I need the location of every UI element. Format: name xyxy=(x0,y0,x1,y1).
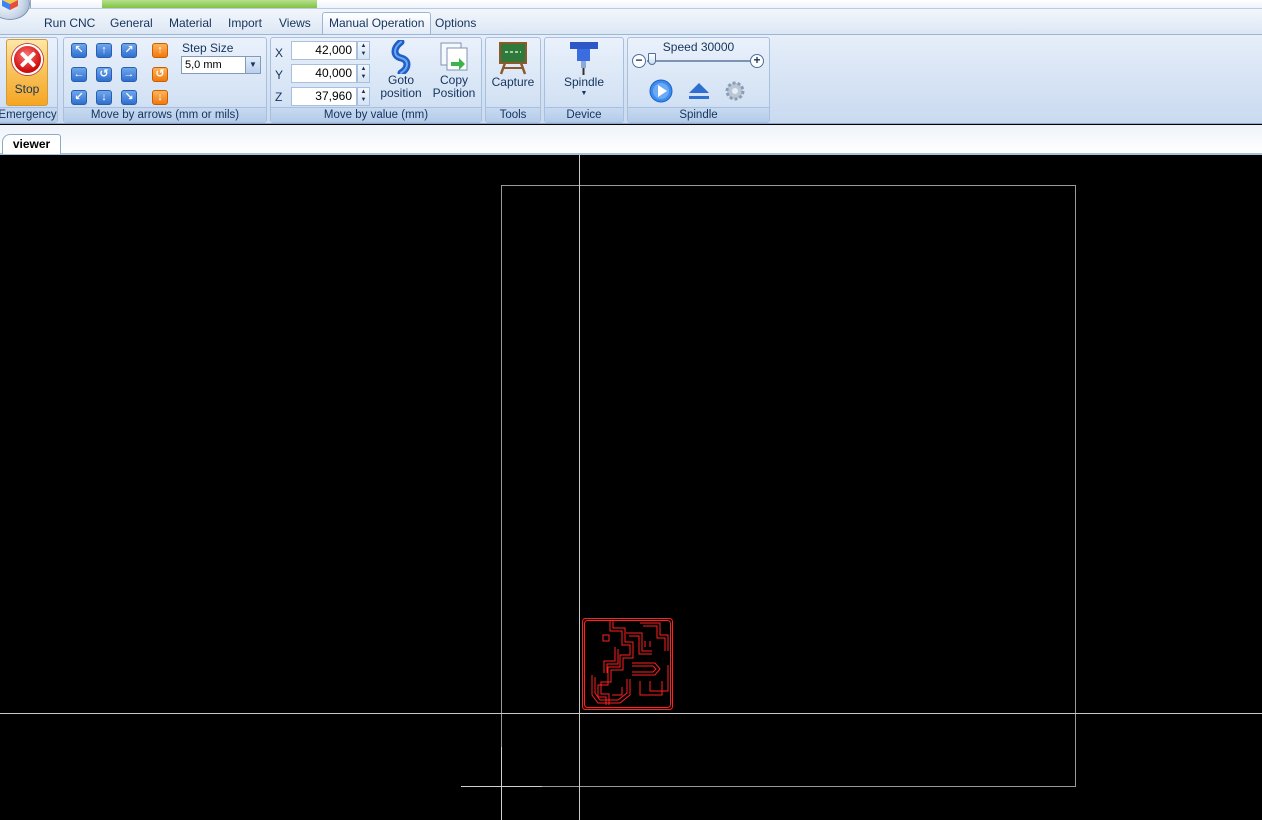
spindle-device-button[interactable]: Spindle ▼ xyxy=(549,40,619,106)
x-label: X xyxy=(275,46,284,60)
move-by-value-group: X 42,000 ▲ ▼ Y 40,000 ▲ ▼ Z 37,960 ▲ ▼ Goto… xyxy=(270,37,482,123)
tab-material[interactable]: Material xyxy=(163,14,218,34)
x-input[interactable]: 42,000 xyxy=(291,41,357,60)
capture-button[interactable]: Capture xyxy=(488,40,538,100)
copy-position-label-2: Position xyxy=(432,86,476,100)
arrow-up-right-icon: ↗ xyxy=(124,44,134,56)
move-z-up-button[interactable]: ↑ xyxy=(152,43,168,58)
move-left-button[interactable]: ← xyxy=(71,67,87,82)
move-up-button[interactable]: ↑ xyxy=(96,43,112,58)
move-up-left-button[interactable]: ↖ xyxy=(71,43,87,58)
document-tab-strip: viewer xyxy=(0,125,1262,155)
move-up-right-button[interactable]: ↗ xyxy=(121,43,137,58)
viewer-canvas[interactable] xyxy=(0,155,1262,820)
title-strip xyxy=(0,0,1262,9)
ribbon-tab-bar: Run CNC General Material Import Views Ma… xyxy=(0,9,1262,36)
arrow-down-right-icon: ↘ xyxy=(124,91,134,103)
tab-views[interactable]: Views xyxy=(273,14,317,34)
move-z-down-button[interactable]: ↓ xyxy=(152,90,168,105)
y-stepper[interactable]: ▲ ▼ xyxy=(357,64,370,83)
step-size-label: Step Size xyxy=(182,41,234,55)
goto-position-label-2: position xyxy=(380,86,422,100)
copy-position-button[interactable]: Copy Position xyxy=(429,40,479,106)
move-down-button[interactable]: ↓ xyxy=(96,90,112,105)
ribbon: Stop Emergency ↖ ↑ ↗ ↑ ← ↺ → ↺ ↙ ↓ ↘ ↓ S… xyxy=(0,34,1262,124)
return-icon: ↺ xyxy=(155,68,165,80)
arrow-down-left-icon: ↙ xyxy=(74,91,84,103)
emergency-group-label: Emergency xyxy=(0,107,57,122)
move-right-button[interactable]: → xyxy=(121,67,137,82)
z-stepper[interactable]: ▲ ▼ xyxy=(357,87,370,106)
arrow-left-icon: ← xyxy=(73,68,85,80)
move-by-arrows-group-label: Move by arrows (mm or mils) xyxy=(64,107,266,122)
spindle-device-label: Spindle xyxy=(563,75,605,89)
tab-general[interactable]: General xyxy=(104,14,159,34)
arrow-up-icon: ↑ xyxy=(101,44,107,56)
tab-options[interactable]: Options xyxy=(429,14,482,34)
move-down-right-button[interactable]: ↘ xyxy=(121,90,137,105)
y-input[interactable]: 40,000 xyxy=(291,64,357,83)
copy-position-icon xyxy=(440,42,468,71)
step-size-value: 5,0 mm xyxy=(185,59,222,71)
cnc-viewer[interactable] xyxy=(0,155,1262,820)
move-home-button[interactable]: ↺ xyxy=(96,67,112,82)
minus-icon: − xyxy=(635,53,643,67)
speed-slider-thumb[interactable] xyxy=(648,53,657,65)
chevron-down-icon[interactable]: ▼ xyxy=(245,57,260,73)
spindle-group-label: Spindle xyxy=(628,107,769,122)
gear-icon xyxy=(725,81,745,101)
goto-position-icon xyxy=(391,40,411,74)
plus-icon: + xyxy=(753,53,761,67)
title-separator xyxy=(30,0,31,8)
y-label: Y xyxy=(275,68,284,82)
tab-manual-operation[interactable]: Manual Operation xyxy=(322,12,432,36)
chalkboard-icon xyxy=(499,42,527,75)
chevron-down-icon: ▼ xyxy=(580,90,588,97)
speed-slider-track[interactable] xyxy=(647,60,753,62)
device-group: Spindle ▼ Device xyxy=(544,37,624,123)
progress-strip xyxy=(102,0,317,8)
goto-position-button[interactable]: Goto position xyxy=(377,40,425,106)
tab-run-cnc[interactable]: Run CNC xyxy=(38,14,101,34)
speed-increase-button[interactable]: + xyxy=(750,54,764,68)
return-icon: ↺ xyxy=(99,68,109,80)
tab-import[interactable]: Import xyxy=(222,14,268,34)
step-size-select[interactable]: 5,0 mm ▼ xyxy=(181,56,261,74)
eject-icon xyxy=(689,83,709,93)
work-area-outline xyxy=(501,185,1076,787)
spindle-start-button[interactable] xyxy=(648,78,674,104)
tools-group: Capture Tools xyxy=(485,37,541,123)
stop-button[interactable]: Stop xyxy=(6,39,48,106)
emergency-group: Stop Emergency xyxy=(0,37,58,123)
speed-label: Speed 30000 xyxy=(662,40,735,54)
move-by-value-group-label: Move by value (mm) xyxy=(271,107,481,122)
arrow-down-icon: ↓ xyxy=(157,91,163,103)
pcb-toolpath xyxy=(582,618,673,710)
device-group-label: Device xyxy=(545,107,623,122)
spindle-icon xyxy=(570,42,598,75)
spindle-group: Speed 30000 − + Spindle xyxy=(627,37,770,123)
arrow-up-icon: ↑ xyxy=(157,44,163,56)
arrow-right-icon: → xyxy=(123,68,135,80)
capture-label: Capture xyxy=(491,75,535,89)
tab-viewer[interactable]: viewer xyxy=(2,134,61,154)
arrow-up-left-icon: ↖ xyxy=(74,44,84,56)
arrow-down-icon: ↓ xyxy=(101,91,107,103)
move-by-arrows-group: ↖ ↑ ↗ ↑ ← ↺ → ↺ ↙ ↓ ↘ ↓ Step Size 5,0 mm… xyxy=(63,37,267,123)
x-stepper[interactable]: ▲ ▼ xyxy=(357,41,370,60)
speed-decrease-button[interactable]: − xyxy=(632,54,646,68)
stop-button-label: Stop xyxy=(14,82,40,96)
tools-group-label: Tools xyxy=(486,107,540,122)
stop-icon xyxy=(12,44,43,75)
app-cube-icon xyxy=(2,0,18,10)
move-z-home-button[interactable]: ↺ xyxy=(152,67,168,82)
z-label: Z xyxy=(275,90,283,104)
spindle-eject-button[interactable] xyxy=(687,80,711,102)
spindle-settings-button[interactable] xyxy=(723,79,747,103)
move-down-left-button[interactable]: ↙ xyxy=(71,90,87,105)
z-input[interactable]: 37,960 xyxy=(291,87,357,106)
